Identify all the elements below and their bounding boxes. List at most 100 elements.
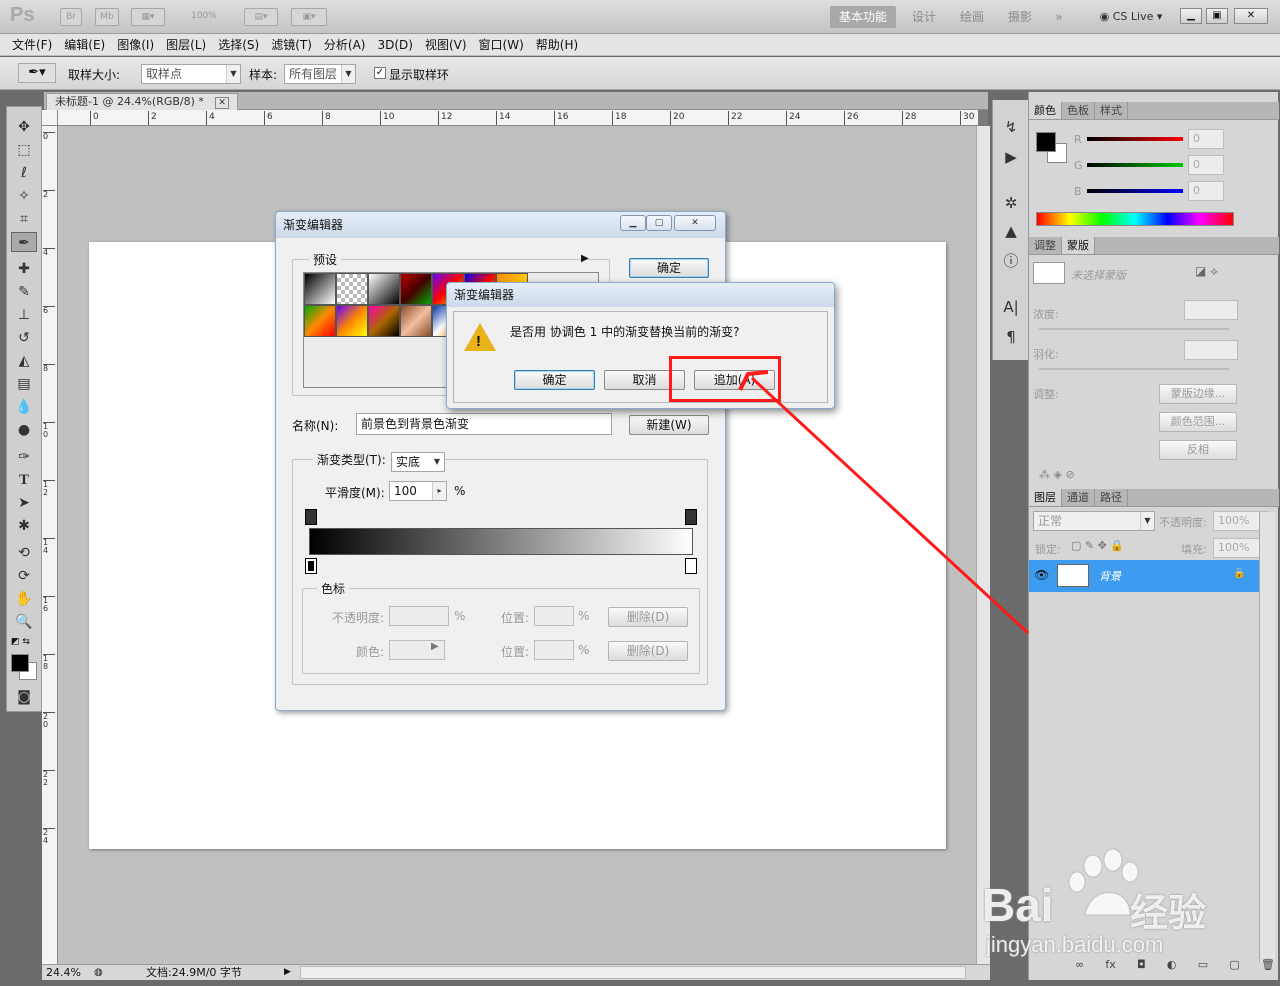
gradient-name-input[interactable]: 前景色到背景色渐变 [356,413,612,435]
healing-brush-icon[interactable]: ✚ [11,259,37,279]
workspace-more-button[interactable]: » [1044,6,1074,28]
dialog-maximize-button[interactable]: ▢ [646,215,672,231]
quick-select-tool-icon[interactable]: ✧ [11,186,37,206]
gradient-tool-icon[interactable]: ▤ [11,374,37,394]
preset-red-green[interactable] [400,273,432,305]
feather-slider[interactable] [1039,368,1229,370]
minimize-button[interactable]: ▁ [1180,8,1202,24]
brush-tool-icon[interactable]: ✎ [11,282,37,302]
opacity-stop-left[interactable] [305,509,317,525]
stop-location-field-1[interactable] [534,606,574,626]
feather-field[interactable] [1184,340,1238,360]
b-value[interactable]: 0 [1188,181,1224,201]
3d-panel-icon[interactable]: ✲ [999,192,1023,214]
zoom-level-dropdown[interactable]: 100% [176,8,232,26]
tab-swatches[interactable]: 色板 [1062,102,1095,119]
stop-color-menu-icon[interactable]: ▶ [431,641,439,652]
menu-window[interactable]: 窗口(W) [473,34,530,56]
view-extras-button[interactable]: ▦▾ [131,8,165,26]
document-tab[interactable]: 未标题-1 @ 24.4%(RGB/8) * ✕ [46,93,238,110]
stop-opacity-field[interactable] [389,606,449,626]
workspace-painting[interactable]: 绘画 [952,6,992,28]
mini-bridge-button[interactable]: Mb [95,8,119,26]
eyedropper-tool-icon[interactable]: ✒ [11,232,37,252]
actions-panel-icon[interactable]: ▶ [999,146,1023,168]
default-colors-icon[interactable]: ◩ ⇆ [11,637,30,647]
status-menu-arrow-icon[interactable]: ▶ [284,965,291,980]
delete-color-stop-button[interactable]: 删除(D) [608,641,688,661]
menu-select[interactable]: 选择(S) [212,34,265,56]
hand-tool-icon[interactable]: ✋ [11,589,37,609]
eyedropper-preset-picker[interactable]: ✒▾ [18,63,56,83]
type-tool-icon[interactable]: T [11,470,37,490]
gradient-preview-bar[interactable] [309,528,693,555]
menu-view[interactable]: 视图(V) [419,34,473,56]
tab-styles[interactable]: 样式 [1095,102,1128,119]
mask-footer-icons[interactable]: ⁂ ◈ ⊘ [1039,468,1075,481]
crop-tool-icon[interactable]: ⌗ [11,209,37,229]
r-slider[interactable] [1087,137,1183,141]
paragraph-panel-icon[interactable]: ¶ [999,326,1023,348]
b-slider[interactable] [1087,189,1183,193]
history-brush-icon[interactable]: ↺ [11,328,37,348]
vertical-scrollbar[interactable] [976,126,990,964]
sample-size-select[interactable]: 取样点 ▼ [141,64,241,84]
menu-file[interactable]: 文件(F) [6,34,58,56]
tab-masks[interactable]: 蒙版 [1062,237,1095,254]
close-tab-icon[interactable]: ✕ [215,97,229,109]
tab-layers[interactable]: 图层 [1029,489,1062,506]
show-ring-checkbox[interactable]: ✓ [374,67,386,79]
blend-mode-select[interactable]: 正常 ▼ [1033,511,1155,531]
r-value[interactable]: 0 [1188,129,1224,149]
menu-edit[interactable]: 编辑(E) [58,34,111,56]
color-stop-left[interactable] [305,558,317,574]
layer-row-background[interactable]: 👁 背景 🔒 [1029,560,1259,592]
tab-channels[interactable]: 通道 [1062,489,1095,506]
close-button[interactable]: ✕ [1234,8,1268,24]
mask-edge-button[interactable]: 蒙版边缘... [1159,384,1237,404]
invert-button[interactable]: 反相 [1159,440,1237,460]
menu-analysis[interactable]: 分析(A) [318,34,372,56]
lock-icons[interactable]: ▢ ✎ ✥ 🔒 [1071,539,1124,552]
tab-color[interactable]: 颜色 [1029,102,1062,119]
smoothness-field[interactable]: 100 ▸ [389,481,447,501]
lasso-tool-icon[interactable]: ℓ [11,163,37,183]
ruler-origin[interactable] [42,110,58,126]
zoom-tool-icon[interactable]: 🔍 [11,612,37,632]
eraser-tool-icon[interactable]: ◭ [11,351,37,371]
navigator-panel-icon[interactable]: ▲ [999,220,1023,242]
dodge-tool-icon[interactable]: ● [11,420,37,440]
cs-live-button[interactable]: ◉ CS Live ▾ [1090,6,1172,28]
pixel-mask-icon[interactable]: ◪ ⟡ [1195,264,1218,279]
color-stop-right[interactable] [685,558,697,574]
restore-button[interactable]: ▣ [1206,8,1228,24]
tab-paths[interactable]: 路径 [1095,489,1128,506]
pen-tool-icon[interactable]: ✑ [11,447,37,467]
gradient-type-select[interactable]: 实底 ▼ [391,452,445,472]
quick-mask-icon[interactable]: ◙ [11,687,37,707]
preset-copper[interactable] [400,305,432,337]
dialog-minimize-button[interactable]: ▁ [620,215,646,231]
sample-select[interactable]: 所有图层 ▼ [284,64,356,84]
menu-help[interactable]: 帮助(H) [530,34,584,56]
opacity-stop-right[interactable] [685,509,697,525]
stop-location-field-2[interactable] [534,640,574,660]
smoothness-stepper-icon[interactable]: ▸ [432,482,446,500]
editor-ok-button[interactable]: 确定 [629,258,709,278]
shape-tool-icon[interactable]: ✱ [11,516,37,536]
preset-fg-transparent[interactable] [336,273,368,305]
menu-3d[interactable]: 3D(D) [371,34,418,56]
menu-filter[interactable]: 滤镜(T) [265,34,318,56]
horizontal-scrollbar[interactable] [300,966,966,979]
bridge-button[interactable]: Br [60,8,82,26]
g-slider[interactable] [1087,163,1183,167]
new-gradient-button[interactable]: 新建(W) [629,415,709,435]
preset-spectrum-3[interactable] [368,305,400,337]
arrange-documents-button[interactable]: ▤▾ [244,8,278,26]
status-icon[interactable]: ◍ [94,965,103,980]
confirm-ok-button[interactable]: 确定 [514,370,595,390]
preset-fg-bg[interactable] [304,273,336,305]
density-slider[interactable] [1039,328,1229,330]
screen-mode-button[interactable]: ▣▾ [291,8,327,26]
visibility-eye-icon[interactable]: 👁 [1034,568,1049,582]
